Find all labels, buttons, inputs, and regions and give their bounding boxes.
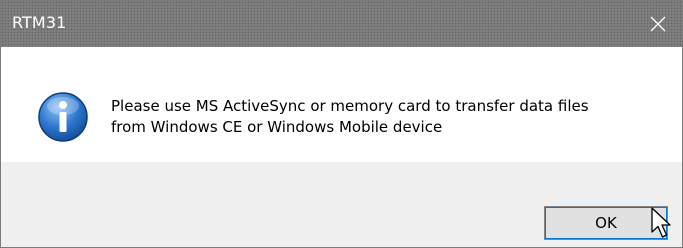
button-bar: OK [1, 162, 682, 247]
title-bar[interactable]: RTM31 [1, 1, 682, 47]
close-icon [650, 16, 666, 32]
mouse-cursor-icon [651, 207, 671, 238]
dialog-content: Please use MS ActiveSync or memory card … [1, 47, 682, 162]
ok-button[interactable]: OK [544, 206, 668, 240]
message-dialog: RTM31 Please use MS ActiveSync or memory… [0, 0, 683, 248]
close-button[interactable] [636, 1, 682, 47]
window-title: RTM31 [12, 13, 67, 32]
info-icon [38, 92, 88, 142]
message-text: Please use MS ActiveSync or memory card … [111, 97, 589, 136]
